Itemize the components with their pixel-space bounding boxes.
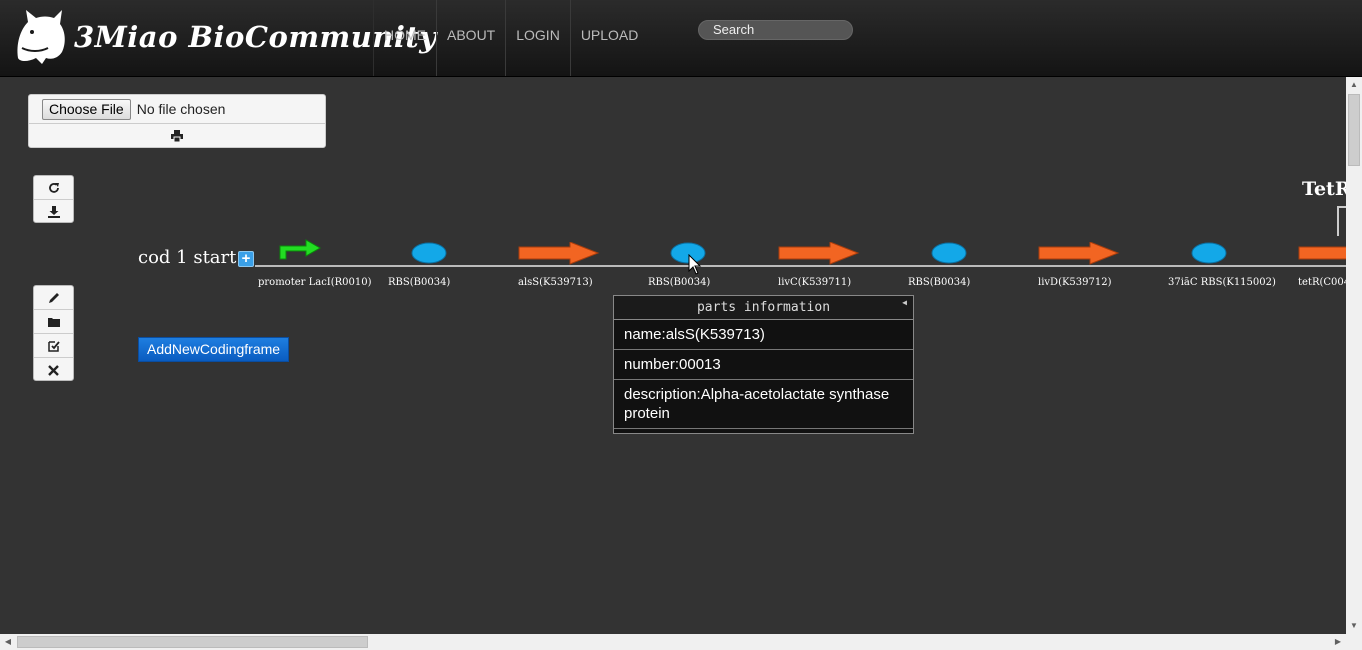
top-navbar: 3Miao BioCommunity HOME ABOUT LOGIN UPLO… bbox=[0, 0, 1362, 77]
nav-home[interactable]: HOME bbox=[373, 0, 436, 76]
scrollbar-corner bbox=[1346, 634, 1362, 650]
coding-frame-label: cod 1 start bbox=[138, 247, 237, 268]
part-label-tetr: tetR(C004 bbox=[1298, 277, 1346, 288]
cds-glyph-livc[interactable] bbox=[778, 242, 860, 266]
file-upload-panel: Choose File No file chosen bbox=[28, 94, 326, 148]
scroll-up-icon[interactable]: ▲ bbox=[1346, 77, 1362, 93]
close-icon bbox=[48, 364, 59, 376]
nav-login[interactable]: LOGIN bbox=[505, 0, 570, 76]
vertical-scroll-thumb[interactable] bbox=[1348, 94, 1360, 166]
part-label-alss: alsS(K539713) bbox=[518, 277, 593, 288]
horizontal-scroll-thumb[interactable] bbox=[17, 636, 368, 648]
parts-info-title: parts information bbox=[696, 300, 831, 315]
delete-button[interactable] bbox=[34, 358, 73, 382]
mouse-cursor-icon bbox=[688, 254, 702, 275]
file-row: Choose File No file chosen bbox=[29, 95, 325, 124]
collapse-arrow-icon[interactable]: ◀ bbox=[902, 296, 907, 310]
file-status: No file chosen bbox=[136, 101, 226, 117]
part-label-livc: livC(K539711) bbox=[778, 277, 852, 288]
folder-button[interactable] bbox=[34, 310, 73, 334]
scroll-left-icon[interactable]: ◀ bbox=[0, 634, 16, 650]
cds-glyph-tetr[interactable] bbox=[1298, 242, 1346, 266]
rbs-glyph-4[interactable] bbox=[1191, 242, 1227, 264]
add-part-button[interactable]: + bbox=[238, 251, 254, 267]
print-icon bbox=[171, 129, 183, 142]
download-button[interactable] bbox=[34, 200, 73, 224]
view-toolbar bbox=[33, 175, 74, 223]
edit-check-button[interactable] bbox=[34, 334, 73, 358]
edit-toolbar bbox=[33, 285, 74, 381]
cat-logo-icon bbox=[17, 10, 65, 64]
part-label-rbs-2: RBS(B0034) bbox=[648, 277, 711, 288]
scroll-down-icon[interactable]: ▼ bbox=[1346, 618, 1362, 634]
part-description-row: description:Alpha-acetolactate synthase … bbox=[614, 380, 913, 429]
rbs-glyph-3[interactable] bbox=[931, 242, 967, 264]
search-input[interactable]: Search bbox=[698, 20, 853, 40]
part-name-row: name:alsS(K539713) bbox=[614, 320, 913, 350]
part-label-rbs-3: RBS(B0034) bbox=[908, 277, 971, 288]
edit-check-icon bbox=[47, 340, 60, 352]
add-coding-frame-button[interactable]: AddNewCodingframe bbox=[138, 337, 290, 362]
part-label-promoter: promoter LacI(R0010) bbox=[258, 277, 372, 288]
part-label-rbs-1: RBS(B0034) bbox=[388, 277, 451, 288]
parts-info-panel: parts information ◀ name:alsS(K539713) n… bbox=[613, 295, 914, 434]
choose-file-button[interactable]: Choose File bbox=[42, 98, 131, 120]
vertical-scrollbar[interactable]: ▲ ▼ bbox=[1346, 77, 1362, 634]
main-nav: HOME ABOUT LOGIN UPLOAD bbox=[373, 0, 648, 76]
folder-icon bbox=[47, 317, 60, 327]
print-button[interactable] bbox=[29, 124, 325, 147]
rbs-glyph-1[interactable] bbox=[411, 242, 447, 264]
pencil-button[interactable] bbox=[34, 286, 73, 310]
next-frame-bracket bbox=[1337, 206, 1346, 236]
nav-upload[interactable]: UPLOAD bbox=[569, 0, 649, 76]
download-icon bbox=[47, 206, 60, 218]
scroll-right-icon[interactable]: ▶ bbox=[1330, 634, 1346, 650]
part-number-row: number:00013 bbox=[614, 350, 913, 380]
refresh-button[interactable] bbox=[34, 176, 73, 200]
part-label-livd: livD(K539712) bbox=[1038, 277, 1112, 288]
refresh-icon bbox=[48, 182, 59, 193]
pencil-icon bbox=[48, 292, 59, 303]
cds-glyph-alss[interactable] bbox=[518, 242, 600, 266]
part-label-rbs-4: 37iãC RBS(K115002) bbox=[1168, 277, 1276, 288]
cds-glyph-livd[interactable] bbox=[1038, 242, 1120, 266]
nav-about[interactable]: ABOUT bbox=[436, 0, 505, 76]
horizontal-scrollbar[interactable]: ◀ ▶ bbox=[0, 634, 1346, 650]
next-frame-label: TetR bbox=[1302, 178, 1346, 200]
parts-info-header: parts information ◀ bbox=[614, 296, 913, 320]
promoter-glyph[interactable] bbox=[278, 236, 322, 260]
